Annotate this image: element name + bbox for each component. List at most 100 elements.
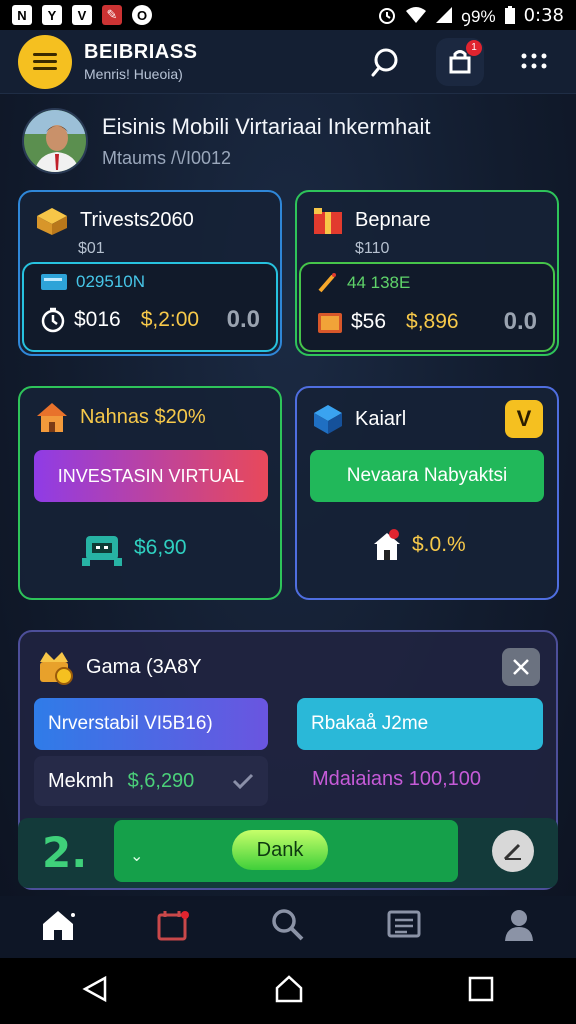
- user-icon: [505, 909, 534, 941]
- brand: BEIBRIASS Menris! Hueoia): [84, 41, 197, 82]
- more-icon: [521, 53, 547, 68]
- mekmh-row[interactable]: Mekmh $,6,290: [34, 756, 268, 806]
- signal-icon: [436, 7, 453, 23]
- invest-value-3: 0.0: [226, 306, 260, 333]
- mdaiaians-text: Mdaiaians 100,100: [312, 768, 482, 790]
- kaiarl-value: $.0.%: [412, 533, 466, 556]
- app-title: BEIBRIASS: [84, 41, 198, 63]
- invest-inner-label: 029510N: [76, 272, 146, 291]
- dank-button[interactable]: Dank: [232, 830, 328, 870]
- nrverstabil-button[interactable]: Nrverstabil VI5B16): [34, 698, 268, 750]
- nav-search[interactable]: [270, 907, 306, 948]
- level-glyph: 2.: [42, 828, 88, 877]
- battery-icon: [504, 6, 515, 24]
- system-nav-bar: [0, 958, 576, 1024]
- small-house-icon: [374, 529, 400, 560]
- home-sys-icon: [275, 974, 303, 1002]
- pencil-icon: [318, 273, 336, 293]
- rbakaa-button[interactable]: Rbakaå J2me: [297, 698, 543, 750]
- bepnare-card-stats: 44 138E $56 $,896 0.0: [299, 262, 555, 352]
- edit-icon: [503, 843, 521, 861]
- invest-virtual-label: INVESTASIN VIRTUAL: [57, 465, 245, 486]
- avatar[interactable]: [22, 108, 88, 174]
- close-button[interactable]: [502, 648, 540, 686]
- robot-icon: [82, 536, 122, 566]
- clock: 0:38: [523, 4, 564, 26]
- dank-label: Dank: [256, 838, 304, 861]
- notification-icon: ✎: [102, 5, 122, 25]
- edit-round-button[interactable]: [492, 830, 534, 872]
- app-header: BEIBRIASS Menris! Hueoia) 1: [0, 30, 576, 94]
- gift-box-icon: [314, 208, 342, 234]
- mekmh-label: Mekmh: [48, 769, 114, 792]
- nav-home[interactable]: [40, 908, 76, 947]
- bepnare-value-2: $,896: [406, 310, 459, 333]
- house-icon: [37, 403, 67, 432]
- chest-icon: [318, 313, 342, 333]
- back-icon: [82, 975, 107, 1002]
- timer-icon: [41, 307, 65, 333]
- card-icon: [41, 274, 67, 290]
- news-icon: [387, 910, 421, 937]
- profile-name: Eisinis Mobili Virtariaai Inkermhait: [102, 113, 431, 139]
- invest-value-2: $,2:00: [140, 308, 200, 331]
- avatar-image: [24, 110, 86, 172]
- v-badge-icon[interactable]: V: [505, 400, 543, 438]
- status-bar: N Y V ✎ O ꝯ9% 0:38: [0, 0, 576, 30]
- home-system-button[interactable]: [274, 974, 304, 1009]
- nav-calendar[interactable]: [155, 907, 191, 948]
- crown-chest-icon: [40, 652, 73, 685]
- nevaara-button[interactable]: Nevaara Nabyaktsi: [310, 450, 544, 502]
- kaiarl-card-title: Kaiarl: [355, 407, 407, 430]
- cart-button[interactable]: 1: [436, 37, 484, 86]
- invest-card-stats: 029510N $016 $,2:00 0.0: [22, 262, 278, 352]
- cube-icon: [314, 405, 342, 434]
- nrverstabil-label: Nrverstabil VI5B16): [48, 713, 213, 734]
- recents-button[interactable]: [467, 975, 495, 1008]
- nevaara-label: Nevaara Nabyaktsi: [346, 465, 508, 486]
- nav-news[interactable]: [385, 908, 423, 947]
- bepnare-inner-label: 44 138E: [347, 273, 411, 292]
- mdaiaians-row: Mdaiaians 100,100: [312, 768, 481, 791]
- wifi-icon: [406, 7, 427, 23]
- search-nav-icon: [272, 908, 304, 940]
- notification-icon: N: [12, 5, 32, 25]
- invest-card-sub: $01: [78, 240, 105, 257]
- bepnare-card[interactable]: Bepnare $110 44 138E $56 $,896 0.0: [295, 190, 559, 356]
- calendar-icon: [157, 910, 189, 940]
- bepnare-value-3: 0.0: [503, 308, 537, 335]
- notification-icon: O: [132, 5, 152, 25]
- profile-subtitle: Mtaums /\/I0012: [102, 147, 232, 168]
- nahnas-value: $6,90: [134, 536, 187, 559]
- search-button[interactable]: [362, 38, 410, 86]
- notification-icon: V: [72, 5, 92, 25]
- rbakaa-label: Rbakaå J2me: [311, 713, 429, 734]
- more-button[interactable]: [510, 38, 558, 86]
- dank-container[interactable]: ⌄ Dank: [114, 820, 458, 882]
- profile-section: Eisinis Mobili Virtariaai Inkermhait Mta…: [22, 104, 554, 178]
- back-button[interactable]: [81, 974, 111, 1009]
- alarm-icon: [379, 8, 396, 24]
- kaiarl-value-row: $.0.%: [372, 528, 466, 562]
- game-card-title: Gama (3A8Y: [86, 655, 202, 678]
- bottom-nav: [0, 896, 576, 958]
- mekmh-value: $,6,290: [127, 769, 195, 792]
- check-icon: [232, 773, 254, 790]
- menu-logo-button[interactable]: [18, 34, 72, 89]
- app-subtitle: Menris! Hueoia): [84, 66, 183, 82]
- home-icon: [42, 910, 75, 940]
- notification-icon: Y: [42, 5, 62, 25]
- recents-icon: [468, 976, 493, 1001]
- nahnas-value-row: $6,90: [80, 528, 187, 568]
- battery-text: ꝯ9%: [461, 6, 496, 26]
- invest-virtual-button[interactable]: INVESTASIN VIRTUAL: [34, 450, 268, 502]
- invest-card[interactable]: Trivests2060 $01 029510N $016 $,2:00 0.0: [18, 190, 282, 356]
- gold-box-icon: [37, 208, 67, 235]
- bepnare-value-1: $56: [351, 310, 387, 333]
- invest-card-title: Trivests2060: [80, 208, 194, 231]
- nav-profile[interactable]: [502, 907, 536, 948]
- dank-caret: ⌄: [130, 848, 144, 865]
- bepnare-card-sub: $110: [355, 240, 390, 257]
- nahnas-card-title: Nahnas $20%: [80, 405, 206, 428]
- cart-badge: 1: [466, 39, 482, 56]
